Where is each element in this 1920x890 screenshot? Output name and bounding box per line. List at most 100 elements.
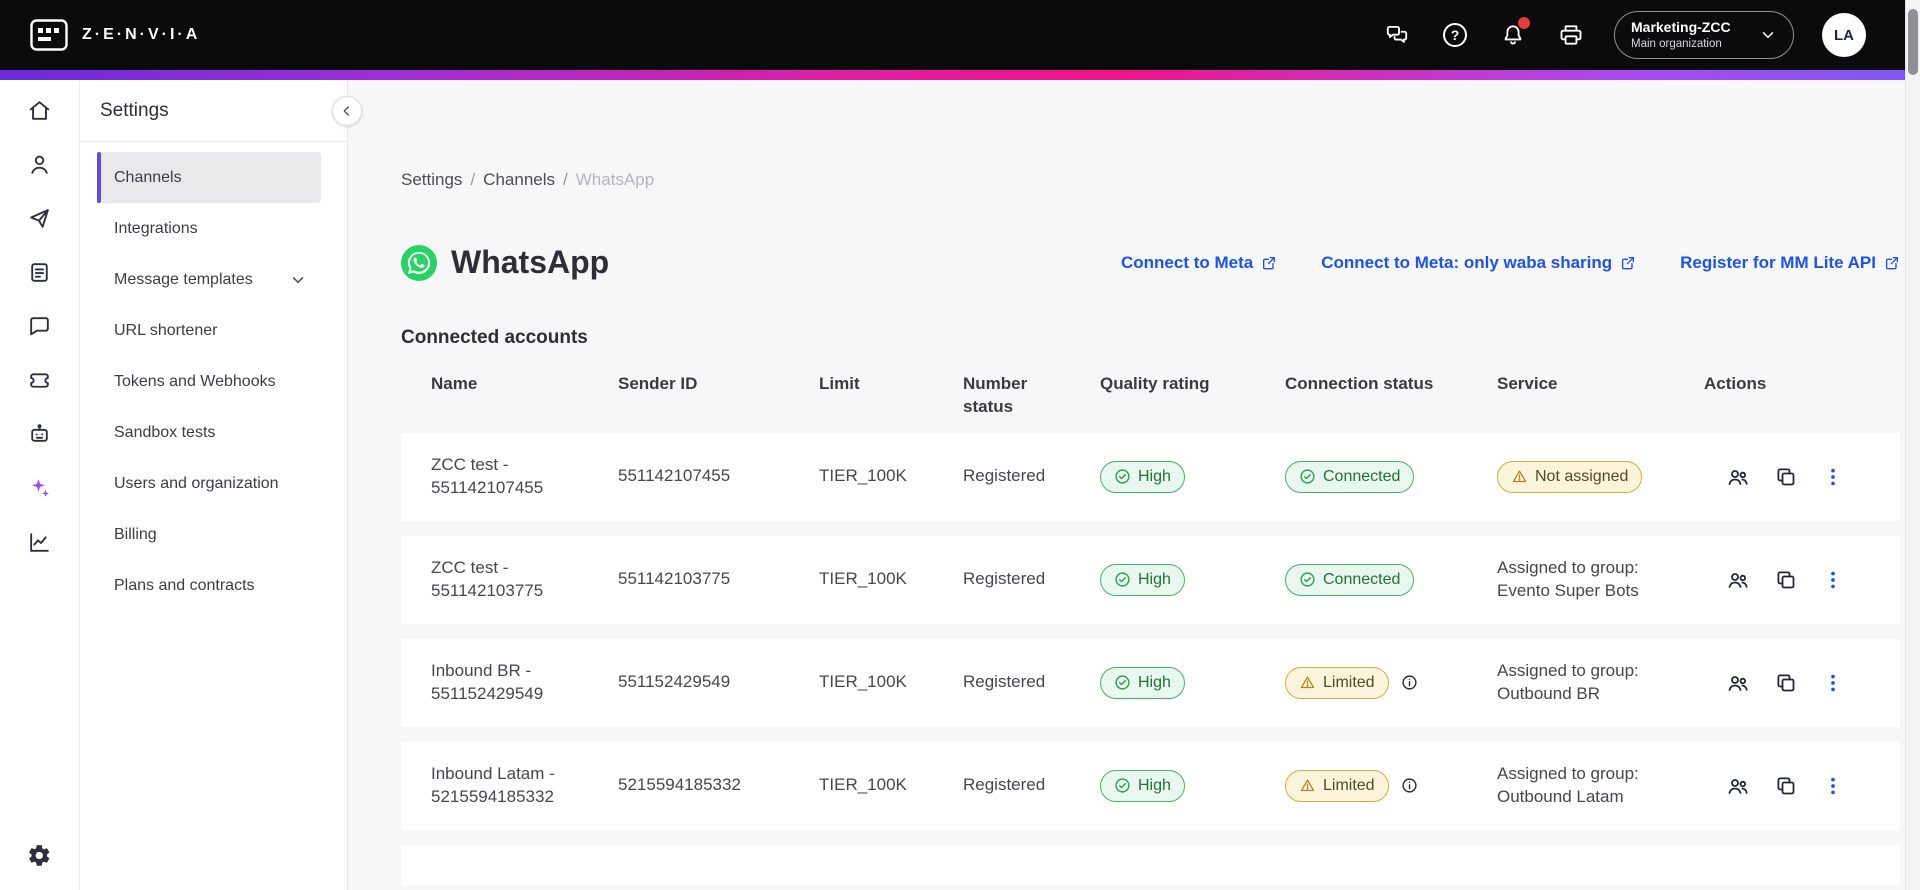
rail-item-home[interactable] <box>23 93 57 127</box>
icon-rail <box>0 80 80 890</box>
accounts-table: Name Sender ID Limit Number status Quali… <box>401 373 1900 885</box>
rail-item-ai[interactable] <box>23 471 57 505</box>
rail-item-templates[interactable] <box>23 255 57 289</box>
user-avatar[interactable]: LA <box>1822 13 1866 57</box>
sidebar-item-label: Plans and contracts <box>114 576 255 594</box>
sidebar-item-plans-contracts[interactable]: Plans and contracts <box>97 560 321 611</box>
copy-icon <box>1777 571 1795 589</box>
breadcrumb-channels[interactable]: Channels <box>483 170 568 190</box>
rail-item-contacts[interactable] <box>23 147 57 181</box>
manage-users-button[interactable] <box>1726 465 1750 489</box>
sidebar-item-label: Billing <box>114 525 157 543</box>
sidebar-item-channels[interactable]: Channels <box>97 152 321 203</box>
sidebar-collapse-button[interactable] <box>332 96 362 126</box>
quality-badge: High <box>1100 563 1185 596</box>
table-row: ZCC test - 551142107455 551142107455 TIE… <box>401 432 1900 521</box>
register-mm-lite-link[interactable]: Register for MM Lite API <box>1680 253 1900 273</box>
service-cell: Assigned to group: Outbound BR <box>1497 660 1704 706</box>
connection-info-button[interactable] <box>1401 777 1418 794</box>
section-title: Connected accounts <box>401 327 588 348</box>
chat-bubbles-icon <box>1386 25 1408 43</box>
sidebar-item-billing[interactable]: Billing <box>97 509 321 560</box>
user-group-icon <box>1728 778 1748 794</box>
more-actions-button[interactable] <box>1822 466 1844 488</box>
copy-button[interactable] <box>1774 465 1798 489</box>
actions-cell <box>1704 774 1900 798</box>
actions-cell <box>1704 671 1900 695</box>
column-header-actions: Actions <box>1704 374 1767 393</box>
sidebar-item-label: URL shortener <box>114 321 218 339</box>
sidebar-item-label: Message templates <box>114 270 253 288</box>
more-actions-button[interactable] <box>1822 672 1844 694</box>
more-actions-button[interactable] <box>1822 775 1844 797</box>
manage-users-button[interactable] <box>1726 774 1750 798</box>
rail-item-analytics[interactable] <box>23 525 57 559</box>
app-shell: Settings Channels Integrations Message t… <box>0 0 1920 890</box>
table-row: Inbound BR - 551152429549 551152429549 T… <box>401 638 1900 727</box>
breadcrumb-whatsapp: WhatsApp <box>575 170 655 189</box>
account-name: ZCC test - 551142103775 <box>431 557 544 600</box>
more-actions-button[interactable] <box>1822 569 1844 591</box>
connect-to-meta-link[interactable]: Connect to Meta <box>1121 253 1277 273</box>
copy-button[interactable] <box>1774 671 1798 695</box>
notifications-button[interactable] <box>1498 17 1530 50</box>
quality-rating-cell: High <box>1100 769 1285 802</box>
connection-status-cell: Connected <box>1285 460 1497 493</box>
sidebar-title: Settings <box>100 99 169 121</box>
manage-users-button[interactable] <box>1726 671 1750 695</box>
copy-button[interactable] <box>1774 774 1798 798</box>
settings-sidebar: Settings Channels Integrations Message t… <box>80 80 362 890</box>
kebab-menu-icon <box>1831 674 1835 692</box>
check-circle-icon <box>1115 675 1130 690</box>
limit: TIER_100K <box>819 569 907 589</box>
check-circle-icon <box>1300 572 1315 587</box>
actions-cell <box>1704 465 1900 489</box>
question-mark-icon: ? <box>1443 23 1467 47</box>
user-group-icon <box>1728 469 1748 485</box>
rail-item-settings[interactable] <box>23 838 57 872</box>
manage-users-button[interactable] <box>1726 568 1750 592</box>
warning-triangle-icon <box>1512 470 1527 483</box>
conversations-button[interactable] <box>1382 20 1412 50</box>
copy-button[interactable] <box>1774 568 1798 592</box>
chevron-down-icon <box>1762 32 1774 38</box>
service-cell: Assigned to group: Evento Super Bots <box>1497 557 1704 603</box>
check-circle-icon <box>1115 469 1130 484</box>
page-title: WhatsApp <box>451 244 610 280</box>
chat-bubble-icon <box>30 316 49 335</box>
scrollbar-thumb[interactable] <box>1908 9 1918 75</box>
info-icon <box>1401 778 1417 793</box>
connection-badge: Limited <box>1285 666 1389 699</box>
sidebar-item-url-shortener[interactable]: URL shortener <box>97 305 321 356</box>
sender-id: 5215594185332 <box>618 775 741 795</box>
sidebar-item-users-organization[interactable]: Users and organization <box>97 458 321 509</box>
kebab-menu-icon <box>1831 468 1835 486</box>
service-assignment-label: Assigned to group: <box>1497 660 1639 680</box>
copy-icon <box>1777 468 1795 486</box>
connect-to-meta-waba-link[interactable]: Connect to Meta: only waba sharing <box>1321 253 1636 273</box>
sender-id: 551142103775 <box>618 569 731 589</box>
rail-item-chats[interactable] <box>23 309 57 343</box>
service-label: Not assigned <box>1535 468 1629 486</box>
rail-item-tickets[interactable] <box>23 363 57 397</box>
connection-label: Connected <box>1323 571 1401 589</box>
sidebar-item-sandbox-tests[interactable]: Sandbox tests <box>97 407 321 458</box>
rail-item-campaigns[interactable] <box>23 201 57 235</box>
rail-item-bots[interactable] <box>23 417 57 451</box>
table-row: Inbound Latam - 5215594185332 5215594185… <box>401 741 1900 830</box>
print-button[interactable] <box>1556 20 1586 50</box>
sender-id: 551142107455 <box>618 466 731 486</box>
sidebar-item-integrations[interactable]: Integrations <box>97 203 321 254</box>
sidebar-item-tokens-webhooks[interactable]: Tokens and Webhooks <box>97 356 321 407</box>
help-button[interactable]: ? <box>1440 20 1470 50</box>
service-group-name: Outbound Latam <box>1497 786 1624 806</box>
connection-info-button[interactable] <box>1401 674 1418 691</box>
organization-selector[interactable]: Marketing-ZCC Main organization <box>1614 11 1794 59</box>
home-icon <box>29 100 50 120</box>
breadcrumb: Settings Channels WhatsApp <box>401 170 1900 190</box>
vertical-scrollbar[interactable] <box>1905 0 1920 890</box>
breadcrumb-settings[interactable]: Settings <box>401 170 475 190</box>
service-group-name: Evento Super Bots <box>1497 580 1639 600</box>
notification-dot <box>1518 17 1530 29</box>
sidebar-item-message-templates[interactable]: Message templates <box>97 254 321 305</box>
